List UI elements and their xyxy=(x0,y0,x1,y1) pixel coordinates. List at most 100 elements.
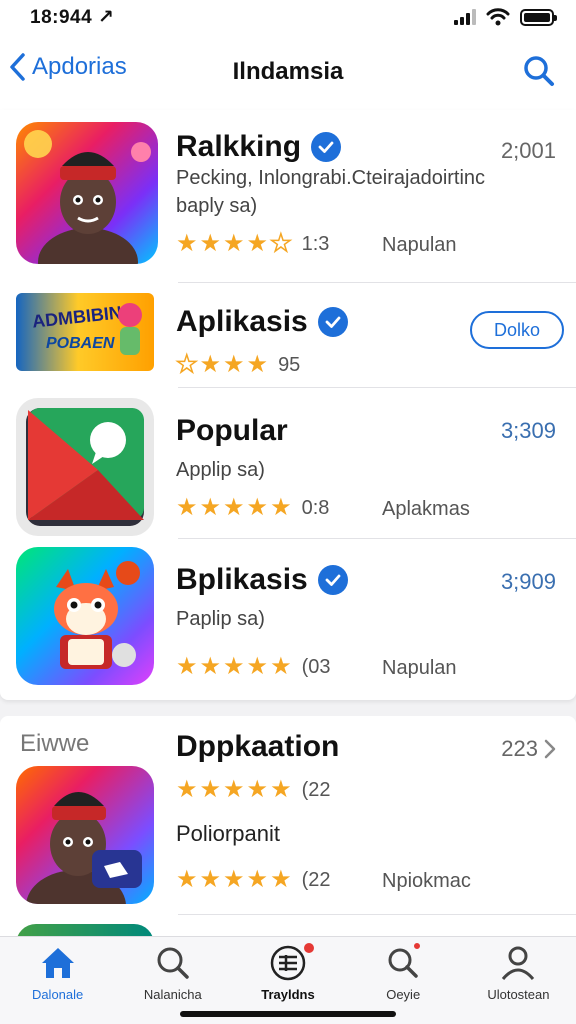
verified-badge-icon xyxy=(317,307,348,337)
star-icon: ★ xyxy=(246,351,269,378)
star-empty-icon: ★ xyxy=(269,230,292,257)
app-title: Ralkking xyxy=(176,130,342,164)
app-icon-dppkaation[interactable] xyxy=(16,766,154,904)
star-icon: ★ xyxy=(199,866,222,893)
tab-label: Trayldns xyxy=(261,987,315,1002)
star-icon: ★ xyxy=(270,494,292,521)
list-item[interactable]: Ralkking 2;001 Pecking, Inlongrabi.Cteir… xyxy=(0,110,576,282)
chevron-right-icon xyxy=(544,739,556,759)
app-title-text: Popular xyxy=(176,414,288,447)
rating-count: 95 xyxy=(278,353,301,376)
status-time: 18:944 ↗ xyxy=(30,6,115,28)
star-icon: ★ xyxy=(270,866,292,893)
star-empty-icon: ★ xyxy=(175,351,198,378)
star-icon: ★ xyxy=(246,230,269,257)
star-rating: ★ ★ ★ ★ ★ 1:3 xyxy=(176,230,329,257)
app-subtitle: Paplip sa) xyxy=(176,608,265,630)
star-icon: ★ xyxy=(199,653,222,680)
app-list-card: Ralkking 2;001 Pecking, Inlongrabi.Cteir… xyxy=(0,110,576,700)
tab-label: Nalanicha xyxy=(143,987,202,1002)
tab-dalonale[interactable]: Dalonale xyxy=(0,937,115,1024)
list-item[interactable]: Popular 3;309 Applip sa) ★ ★ ★ ★ ★ 0:8 A… xyxy=(0,388,576,538)
star-icon: ★ xyxy=(246,776,269,803)
star-icon: ★ xyxy=(246,494,269,521)
list-item[interactable]: Bplikasis 3;909 Paplip sa) ★ ★ ★ ★ ★ (03… xyxy=(0,539,576,699)
status-icons xyxy=(454,8,557,26)
app-title: Aplikasis xyxy=(176,305,348,339)
icon-text: ADMBIBIN xyxy=(31,302,123,332)
section-title[interactable]: Dppkaation xyxy=(176,730,339,764)
flag-icon xyxy=(26,408,144,526)
app-title-text: Aplikasis xyxy=(176,305,308,338)
status-bar: 18:944 ↗ xyxy=(0,0,576,34)
star-rating: ★ ★ ★ ★ 95 xyxy=(175,351,301,378)
app-category: Napulan xyxy=(382,234,457,256)
star-icon: ★ xyxy=(223,230,245,257)
app-category: Npiokmac xyxy=(382,870,471,892)
star-icon: ★ xyxy=(176,776,198,803)
notification-badge xyxy=(411,941,422,951)
section-title-text: Dppkaation xyxy=(176,730,340,763)
navigation-bar: Apdorias Ilndamsia xyxy=(0,34,576,110)
star-icon: ★ xyxy=(246,866,269,893)
star-icon: ★ xyxy=(176,653,198,680)
app-title-text: Bplikasis xyxy=(176,563,308,596)
app-title: Popular xyxy=(176,414,288,448)
page-title: Ilndamsia xyxy=(232,58,344,85)
wifi-icon xyxy=(486,8,510,26)
app-title-text: Ralkking xyxy=(176,130,302,163)
star-icon: ★ xyxy=(223,776,245,803)
star-icon: ★ xyxy=(223,494,245,521)
notification-badge xyxy=(302,941,317,955)
rating-count: (22 xyxy=(301,868,331,891)
rating-count: (03 xyxy=(301,655,331,678)
divider xyxy=(178,914,576,915)
see-all-link[interactable]: 223 xyxy=(501,736,556,762)
get-button[interactable]: Dolko xyxy=(470,311,564,349)
rating-count: 0:8 xyxy=(301,496,330,519)
app-icon-aplikasis: ADMBIBIN POBAEN xyxy=(16,293,154,371)
app-meta: 2;001 xyxy=(500,138,556,163)
star-rating: ★ ★ ★ ★ ★ 0:8 xyxy=(176,496,329,520)
star-icon: ★ xyxy=(176,494,198,521)
app-subtitle: Applip sa) xyxy=(176,459,265,481)
app-meta: 3;909 xyxy=(500,569,556,594)
tab-ulotostean[interactable]: Ulotostean xyxy=(461,937,576,1024)
app-category: Napulan xyxy=(382,657,457,679)
home-indicator[interactable] xyxy=(180,1011,396,1017)
character-icon xyxy=(24,130,151,264)
star-icon: ★ xyxy=(270,653,292,680)
star-rating: ★ ★ ★ ★ ★ (22 xyxy=(176,868,330,892)
verified-badge-icon xyxy=(311,132,342,162)
battery-icon xyxy=(520,8,557,26)
star-icon: ★ xyxy=(223,866,245,893)
section-subtitle: Poliorpanit xyxy=(176,821,280,846)
profile-icon xyxy=(502,946,535,980)
app-icon-bplikasis xyxy=(16,547,154,685)
star-icon: ★ xyxy=(270,776,292,803)
list-item[interactable]: ADMBIBIN POBAEN Aplikasis Dolko ★ ★ ★ ★ … xyxy=(0,283,576,387)
search-button[interactable] xyxy=(522,54,556,93)
search-icon xyxy=(157,947,189,979)
section-label: Eiwwe xyxy=(20,730,90,757)
tab-label: Dalonale xyxy=(31,987,84,1002)
section-meta: 223 xyxy=(501,736,538,761)
star-icon: ★ xyxy=(223,653,245,680)
star-icon: ★ xyxy=(199,230,222,257)
star-icon: ★ xyxy=(199,494,222,521)
star-icon: ★ xyxy=(176,866,198,893)
star-rating: ★ ★ ★ ★ ★ (22 xyxy=(176,778,330,802)
signal-icon xyxy=(454,9,476,25)
star-icon: ★ xyxy=(199,351,222,378)
rating-count: (22 xyxy=(301,778,331,801)
character-icon xyxy=(26,792,142,904)
app-category: Aplakmas xyxy=(382,498,470,520)
app-meta: 3;309 xyxy=(500,418,556,443)
star-icon: ★ xyxy=(176,230,198,257)
app-icon-ralkking xyxy=(16,122,158,264)
search-icon xyxy=(524,56,554,86)
home-icon xyxy=(41,948,74,978)
app-icon-popular xyxy=(16,398,154,536)
fox-mascot-icon xyxy=(54,561,140,669)
tab-label: Ulotostean xyxy=(487,987,550,1002)
